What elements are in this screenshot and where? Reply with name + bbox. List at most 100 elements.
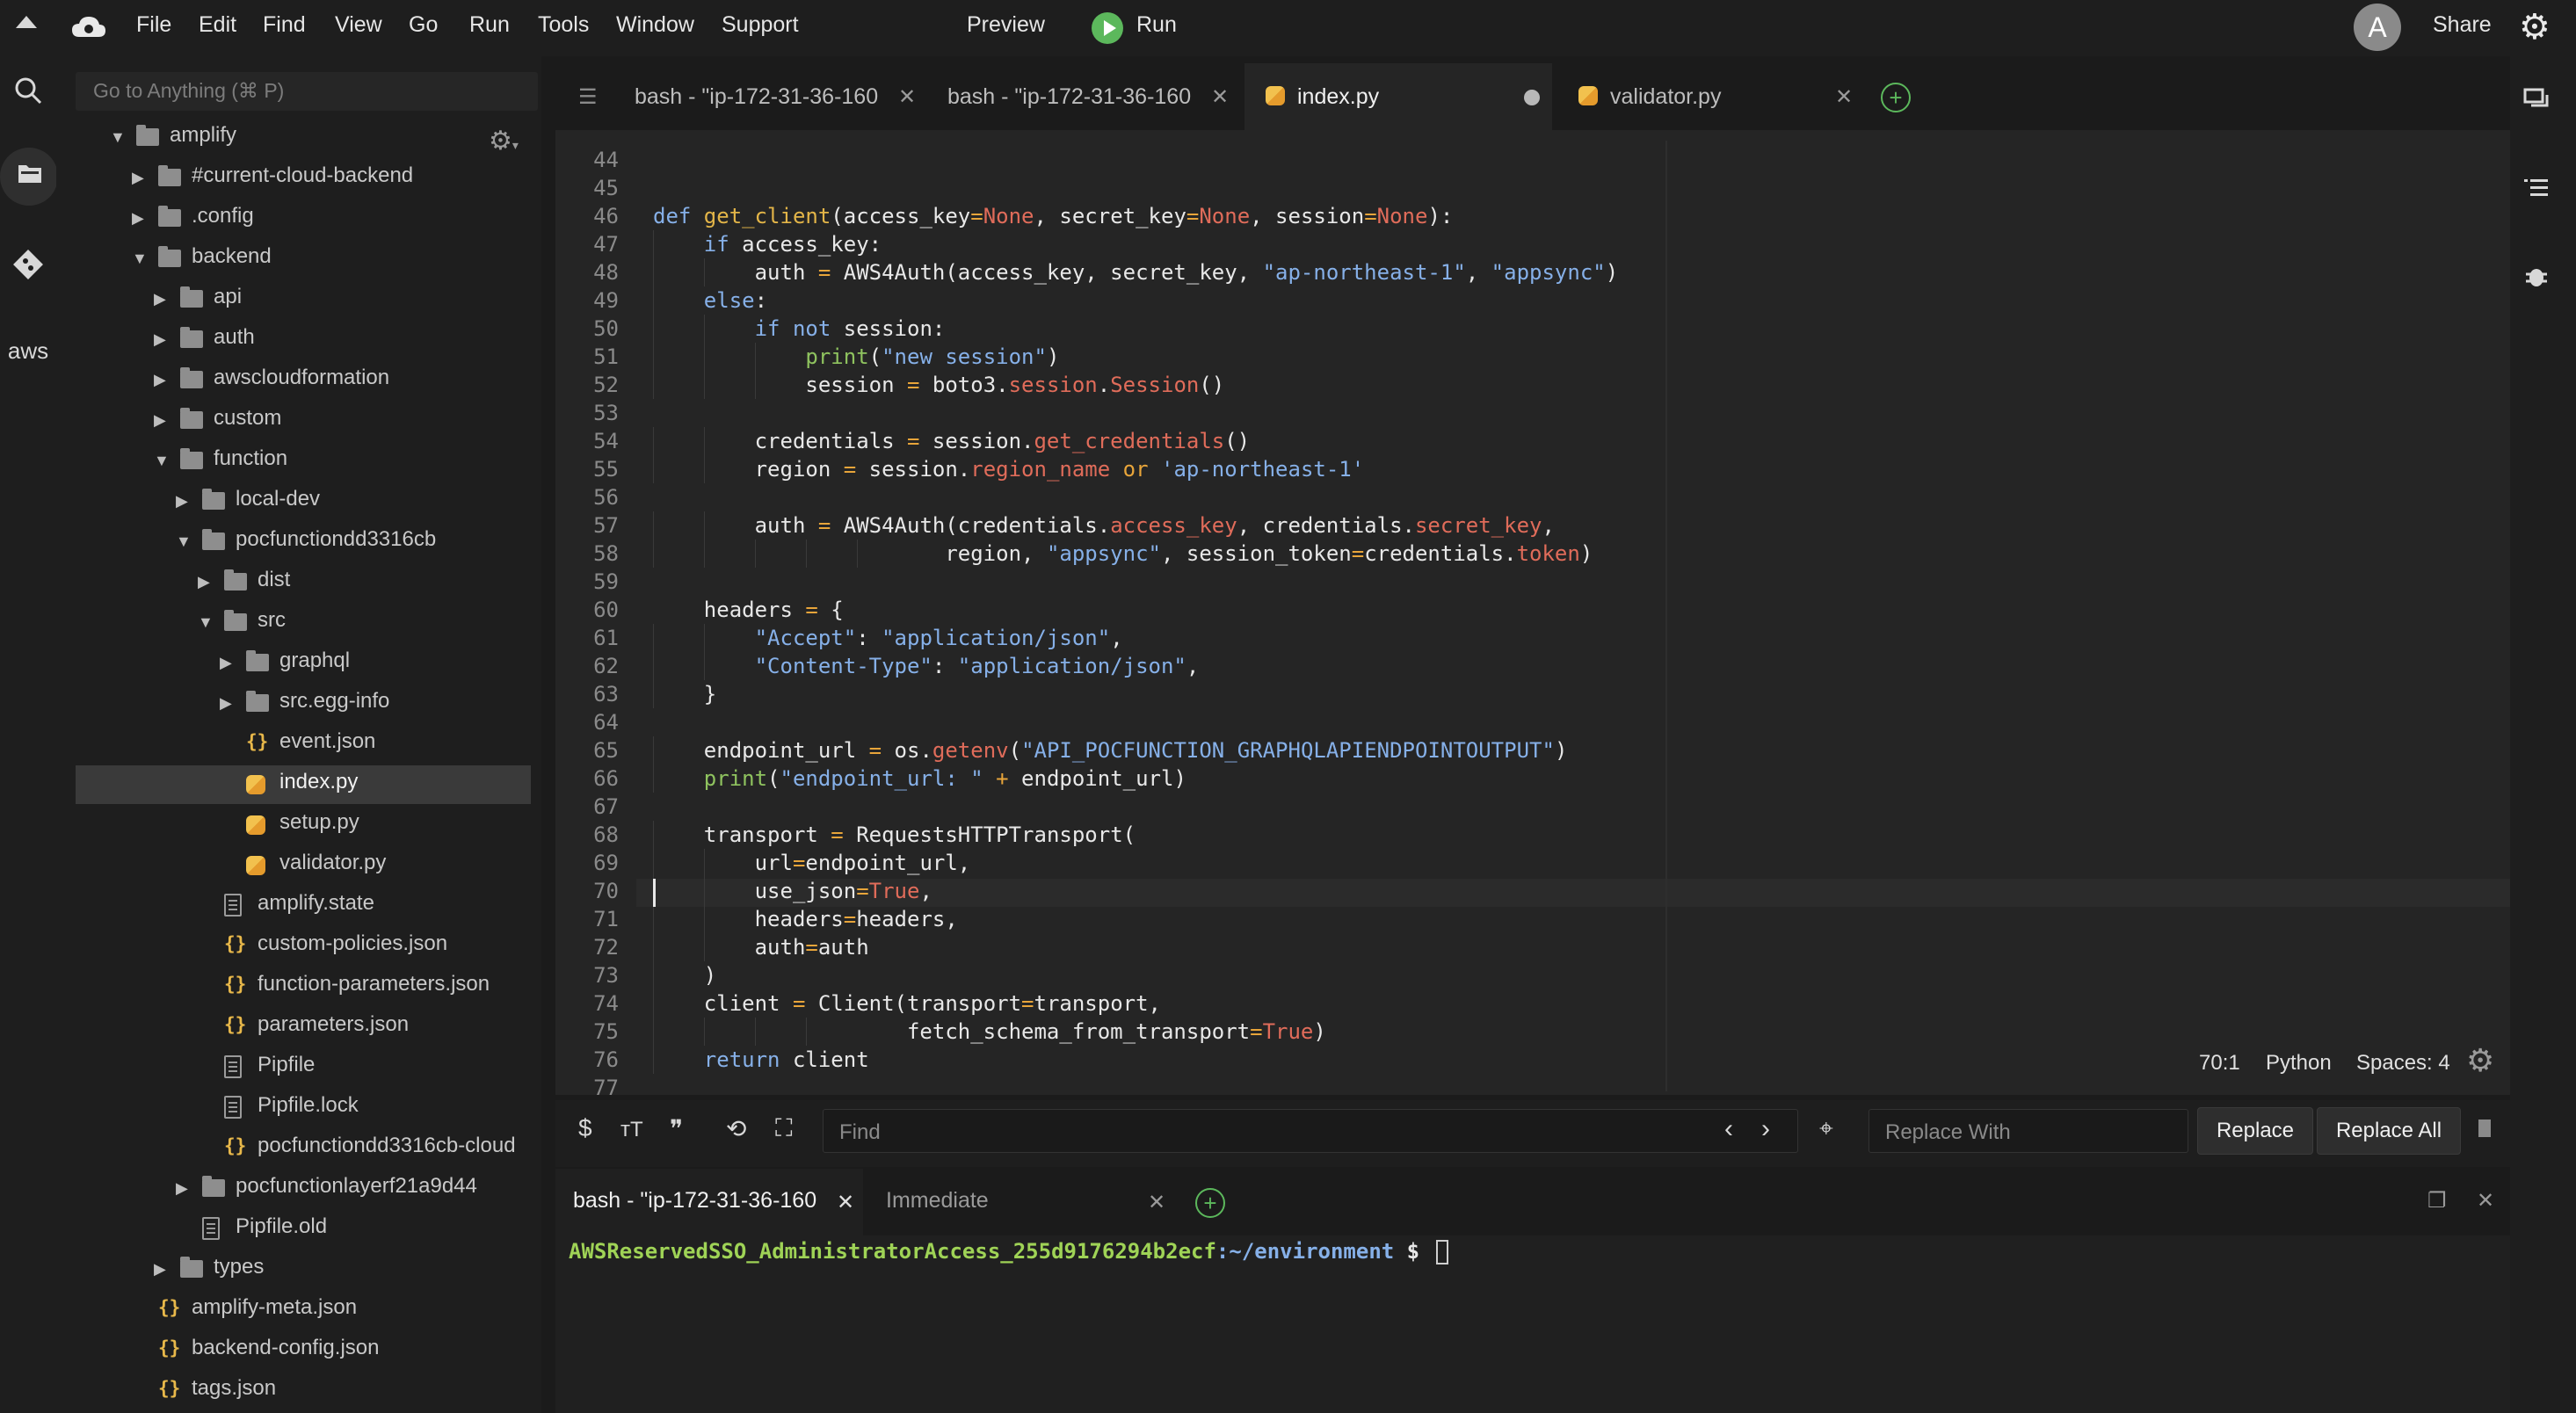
close-icon[interactable]: ✕: [1835, 84, 1853, 110]
line-number[interactable]: 51: [582, 343, 619, 371]
line-number[interactable]: 74: [582, 989, 619, 1018]
chevron-right-icon[interactable]: ▶: [176, 492, 188, 511]
collapse-icon[interactable]: [16, 16, 37, 28]
line-number[interactable]: 64: [582, 708, 619, 736]
outline-icon[interactable]: [2522, 174, 2551, 209]
tree-item-awscloudformation[interactable]: ▶ awscloudformation: [154, 364, 531, 399]
line-number[interactable]: 61: [582, 624, 619, 652]
close-icon[interactable]: ✕: [898, 84, 916, 110]
tree-item-custom-policies-json[interactable]: {} custom-policies.json: [198, 930, 531, 965]
chevron-right-icon[interactable]: ▶: [176, 1179, 188, 1198]
find-all-icon[interactable]: ⌖: [1819, 1114, 1833, 1143]
tree-item--current-cloud-backend[interactable]: ▶ #current-cloud-backend: [132, 162, 531, 197]
line-number[interactable]: 70: [582, 877, 619, 905]
menu-find[interactable]: Find: [263, 12, 306, 38]
chevron-right-icon[interactable]: ▶: [220, 694, 232, 713]
tree-item-src-egg-info[interactable]: ▶ src.egg-info: [220, 687, 531, 722]
line-number[interactable]: 44: [582, 146, 619, 174]
gear-icon[interactable]: ⚙: [2519, 7, 2551, 47]
chevron-right-icon[interactable]: ▶: [132, 169, 144, 187]
line-number[interactable]: 75: [582, 1018, 619, 1046]
menu-view[interactable]: View: [335, 12, 382, 38]
tree-item-setup-py[interactable]: setup.py: [220, 808, 531, 844]
tree-item-event-json[interactable]: {} event.json: [220, 728, 531, 763]
menu-run[interactable]: Run: [469, 12, 510, 38]
run-button[interactable]: Run: [1136, 12, 1177, 38]
tab-bash-2[interactable]: bash - "ip-172-31-36-160: [933, 63, 1244, 130]
tree-item-pocfunctiondd3316cb[interactable]: ▼ pocfunctiondd3316cb: [176, 525, 531, 561]
editor-settings-gear-icon[interactable]: ⚙: [2466, 1042, 2494, 1079]
line-number[interactable]: 67: [582, 793, 619, 821]
menu-tools[interactable]: Tools: [538, 12, 589, 38]
maximize-panel-icon[interactable]: ❐: [2427, 1188, 2447, 1214]
replace-input[interactable]: Replace With: [1869, 1109, 2188, 1153]
close-icon[interactable]: ✕: [837, 1190, 854, 1215]
chevron-down-icon[interactable]: ▼: [154, 452, 170, 470]
line-number[interactable]: 73: [582, 961, 619, 989]
find-input[interactable]: Find: [823, 1109, 1798, 1153]
menu-support[interactable]: Support: [722, 12, 799, 38]
line-number[interactable]: 72: [582, 933, 619, 961]
search-icon[interactable]: [0, 76, 56, 112]
line-number[interactable]: 52: [582, 371, 619, 399]
line-number[interactable]: 54: [582, 427, 619, 455]
tree-item-validator-py[interactable]: validator.py: [220, 849, 531, 884]
line-number[interactable]: 46: [582, 202, 619, 230]
add-terminal-icon[interactable]: +: [1195, 1188, 1225, 1218]
collaborate-icon[interactable]: [2522, 86, 2551, 121]
tree-item-parameters-json[interactable]: {} parameters.json: [198, 1011, 531, 1046]
aws-icon[interactable]: aws: [0, 337, 56, 365]
tree-item-pipfile-lock[interactable]: Pipfile.lock: [198, 1091, 531, 1127]
chevron-right-icon[interactable]: ▶: [154, 1260, 166, 1279]
tree-item-pocfunctionlayerf21a9d44[interactable]: ▶ pocfunctionlayerf21a9d44: [176, 1172, 531, 1207]
tab-menu-icon[interactable]: ☰: [578, 84, 598, 110]
git-icon[interactable]: [0, 250, 56, 286]
chevron-down-icon[interactable]: ▼: [110, 128, 126, 147]
unsaved-dot-icon[interactable]: [1524, 90, 1540, 105]
close-icon[interactable]: ✕: [1148, 1190, 1165, 1215]
line-number[interactable]: 57: [582, 511, 619, 540]
share-button[interactable]: Share: [2433, 12, 2492, 38]
line-number[interactable]: 68: [582, 821, 619, 849]
tree-item-tags-json[interactable]: {} tags.json: [132, 1374, 531, 1409]
line-number[interactable]: 65: [582, 736, 619, 764]
chevron-down-icon[interactable]: ▼: [198, 613, 214, 632]
menu-edit[interactable]: Edit: [199, 12, 236, 38]
line-number[interactable]: 77: [582, 1074, 619, 1102]
tree-item--config[interactable]: ▶ .config: [132, 202, 531, 237]
line-number[interactable]: 55: [582, 455, 619, 483]
match-case-icon[interactable]: ᴛT: [620, 1118, 643, 1142]
tree-item-graphql[interactable]: ▶ graphql: [220, 647, 531, 682]
whole-word-icon[interactable]: ❞: [670, 1114, 683, 1143]
close-panel-icon[interactable]: ✕: [2477, 1188, 2494, 1214]
regex-icon[interactable]: $: [578, 1114, 592, 1142]
tree-item-backend-config-json[interactable]: {} backend-config.json: [132, 1334, 531, 1369]
tree-item-types[interactable]: ▶ types: [154, 1253, 531, 1288]
chevron-right-icon[interactable]: ▶: [154, 411, 166, 430]
menu-go[interactable]: Go: [409, 12, 438, 38]
tree-item-api[interactable]: ▶ api: [154, 283, 531, 318]
wrap-search-icon[interactable]: ⟲: [726, 1114, 746, 1143]
tree-item-src[interactable]: ▼ src: [198, 606, 531, 641]
line-number[interactable]: 63: [582, 680, 619, 708]
chevron-right-icon[interactable]: ▶: [154, 290, 166, 308]
tab-index-py[interactable]: index.py: [1244, 63, 1552, 130]
find-previous-icon[interactable]: ‹: [1724, 1114, 1733, 1144]
chevron-right-icon[interactable]: ▶: [198, 573, 210, 591]
chevron-right-icon[interactable]: ▶: [220, 654, 232, 672]
avatar[interactable]: A: [2354, 4, 2401, 51]
cursor-position[interactable]: 70:1: [2199, 1051, 2240, 1076]
tree-item-index-py[interactable]: index.py: [220, 768, 531, 803]
line-number[interactable]: 53: [582, 399, 619, 427]
tree-item-pocfunctiondd3316cb-cloud[interactable]: {} pocfunctiondd3316cb-cloud: [198, 1132, 531, 1167]
line-number[interactable]: 48: [582, 258, 619, 286]
tree-item-pipfile[interactable]: Pipfile: [198, 1051, 531, 1086]
chevron-right-icon[interactable]: ▶: [154, 371, 166, 389]
add-tab-icon[interactable]: +: [1881, 83, 1911, 112]
preview-button[interactable]: Preview: [967, 12, 1045, 38]
chevron-down-icon[interactable]: ▼: [176, 533, 192, 551]
replace-all-button[interactable]: Replace All: [2317, 1107, 2461, 1155]
find-bar-toggle-icon[interactable]: [2478, 1120, 2491, 1137]
chevron-right-icon[interactable]: ▶: [154, 330, 166, 349]
find-next-icon[interactable]: ›: [1761, 1114, 1770, 1144]
